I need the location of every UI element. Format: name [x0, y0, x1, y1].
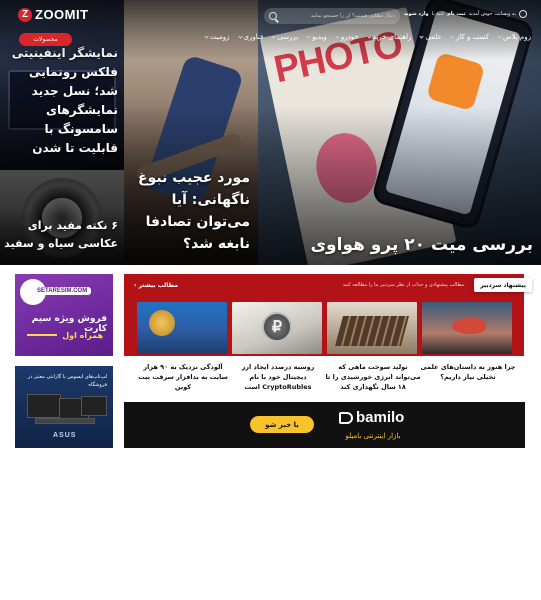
nav-item-technology[interactable]: فناوری [237, 33, 263, 41]
article-thumbnail[interactable]: ₽ [232, 302, 322, 354]
bitcoin-coin-icon [149, 310, 175, 336]
chevron-down-icon [450, 33, 455, 39]
laptop-image [81, 396, 107, 416]
asus-banner-ad[interactable]: لپ‌تاپ‌های ایسوس با گارانتی معتبر در فرو… [15, 366, 113, 448]
editor-card[interactable]: ₽ [232, 302, 322, 354]
zoomit-logo-icon: Z [18, 7, 32, 22]
hero-article-photography[interactable]: ۶ نکته مفید برای عکاسی سیاه و سفید [0, 170, 124, 265]
chevron-down-icon [204, 33, 209, 39]
asus-brand-label: ASUS [53, 432, 77, 439]
chevron-left-icon: ‹ [134, 282, 137, 289]
editor-card-title[interactable]: تولید سوخت ماهی که می‌تواند انرژی خورشید… [325, 362, 421, 392]
fish-image [452, 318, 486, 334]
chevron-down-icon [367, 33, 372, 39]
more-articles-label: مطالب بیشتر [138, 282, 179, 289]
nav-item-buying-guide[interactable]: راهنمای خرید [367, 33, 411, 41]
hero-main-title[interactable]: بررسی میت ۲۰ پرو هواوی [263, 235, 533, 255]
editor-picks-subtitle: مطالب پیشنهادی و جذاب از نظر سردبیر ما ر… [342, 282, 465, 288]
login-area: به وبسایت خوش آمدید ثبت نام کنید یا وارد… [404, 10, 527, 18]
site-logo[interactable]: Z ZOOMIT [18, 7, 89, 22]
nav-item-review[interactable]: بررسی [271, 33, 298, 41]
ruble-coin-icon: ₽ [262, 312, 292, 342]
chevron-down-icon [497, 33, 502, 39]
hero-slider: PHOTO بررسی میت ۲۰ پرو هواوی مورد عجیب ن… [0, 0, 541, 265]
bamilo-logo-icon [339, 411, 353, 424]
solar-panel-image [334, 316, 410, 346]
hero-monitor-title[interactable]: نمایشگر اینفینیتی فلکس رونمایی شد؛ نسل ج… [2, 44, 118, 158]
editor-card[interactable] [327, 302, 417, 354]
simcard-ad-subtitle: همراه اول [62, 331, 103, 340]
editor-card[interactable] [137, 302, 227, 354]
nav-item-science[interactable]: علمی [419, 33, 442, 41]
editor-card[interactable] [422, 302, 512, 354]
chevron-down-icon [419, 33, 425, 39]
editor-card-title[interactable]: روسیه درصدد ایجاد ارز دیجیتال خود با نام… [230, 362, 326, 392]
bamilo-tagline: بازار اینترنتی بامیلو [345, 432, 401, 440]
logo-text: ZOOMIT [35, 7, 89, 22]
search-box[interactable] [264, 8, 400, 24]
laptop-base-image [35, 418, 95, 424]
login-connector: کنید یا [431, 11, 445, 17]
chevron-down-icon [335, 33, 340, 39]
nav-item-car[interactable]: خودرو [335, 33, 359, 41]
hero-genius-title[interactable]: مورد عجیب نبوغ ناگهانی: آیا می‌توان تصاد… [130, 167, 250, 255]
article-thumbnail[interactable] [422, 302, 512, 354]
hero-photography-title[interactable]: ۶ نکته مفید برای عکاسی سیاه و سفید [2, 217, 118, 253]
nav-item-zoomit[interactable]: زومیت [204, 33, 230, 41]
user-icon[interactable] [519, 10, 527, 18]
editor-picks-tab[interactable]: پیشنهاد سردبیر [474, 278, 532, 292]
asus-ad-text: لپ‌تاپ‌های ایسوس با گارانتی معتبر در فرو… [27, 374, 107, 388]
main-nav: زومیت فناوری بررسی ویدیو خودرو راهنمای خ… [204, 33, 531, 41]
chevron-down-icon [306, 33, 311, 39]
chevron-down-icon [237, 33, 243, 39]
chevron-down-icon [271, 33, 276, 39]
bamilo-notify-button[interactable]: با خبر شو [250, 416, 314, 433]
article-thumbnail[interactable] [327, 302, 417, 354]
setaresim-site-label: SETARESIM.COM [33, 287, 92, 295]
top-navigation-bar: Z ZOOMIT به وبسایت خوش آمدید ثبت نام کنی… [0, 0, 541, 60]
login-prefix: به وبسایت خوش آمدید [468, 11, 516, 17]
editor-picks-header: پیشنهاد سردبیر مطالب پیشنهادی و جذاب از … [124, 274, 532, 296]
rss-icon [425, 51, 486, 112]
editor-card-title[interactable]: چرا هنوز به داستان‌های علمی تخیلی نیاز د… [420, 362, 516, 382]
bamilo-logo-text: bamilo [356, 409, 405, 426]
simcard-banner-ad[interactable]: SETARESIM.COM فروش ویژه سیم کارت همراه ا… [15, 274, 113, 356]
products-button[interactable]: محصولات [19, 33, 72, 46]
nav-item-business[interactable]: کسب و کار [450, 33, 489, 41]
laptop-image [27, 394, 61, 418]
search-input[interactable] [277, 13, 395, 19]
article-thumbnail[interactable] [137, 302, 227, 354]
more-articles-link[interactable]: مطالب بیشتر ‹ [134, 282, 178, 289]
nav-item-zoomplus[interactable]: زوم پلاس [497, 33, 531, 41]
bamilo-banner-ad[interactable]: با خبر شو bamilo بازار اینترنتی بامیلو [124, 402, 525, 448]
nav-item-video[interactable]: ویدیو [306, 33, 327, 41]
login-link[interactable]: وارد شوید [404, 11, 429, 17]
editor-picks-section: پیشنهاد سردبیر مطالب پیشنهادی و جذاب از … [124, 274, 532, 392]
register-link[interactable]: ثبت نام [447, 11, 465, 17]
search-icon[interactable] [269, 12, 277, 20]
bamilo-logo: bamilo [339, 409, 404, 426]
editor-card-title[interactable]: آلودگی نزدیک به ۹۰ هزار سایت به بدافزار … [135, 362, 231, 392]
